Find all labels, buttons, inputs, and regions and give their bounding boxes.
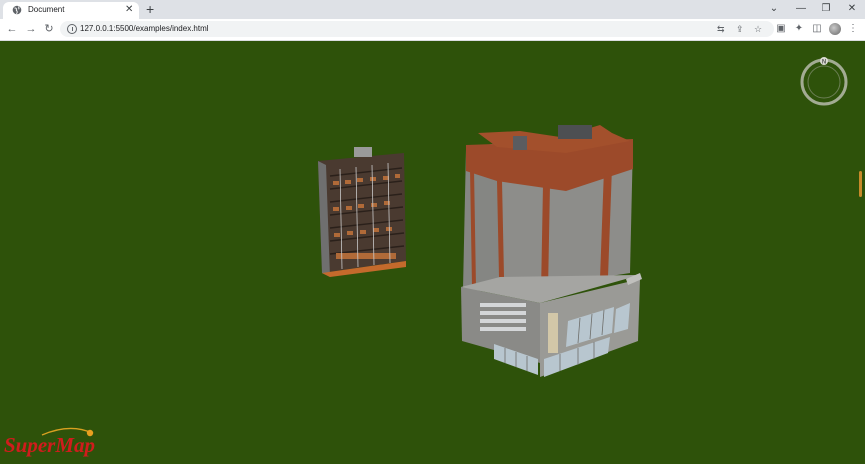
svg-text:SuperMap: SuperMap [4, 433, 95, 457]
compass-north-label: N [822, 59, 826, 65]
site-info-icon[interactable] [67, 24, 77, 34]
globe-icon [12, 5, 22, 15]
supermap-logo: SuperMap [4, 427, 95, 457]
bookmark-star-icon[interactable]: ☆ [754, 22, 762, 36]
restore-button[interactable]: ❐ [819, 2, 833, 16]
zoom-slider-handle[interactable] [859, 171, 862, 197]
tab-title: Document [28, 5, 65, 14]
share-icon[interactable]: ⇪ [736, 22, 744, 36]
tab-strip: Document ✕ + ⌄ — ❐ ✕ [0, 0, 865, 19]
forward-button[interactable]: → [24, 21, 38, 37]
address-bar[interactable]: 127.0.0.1:5500/examples/index.html ⇆ ⇪ ☆ [60, 21, 774, 37]
browser-toolbar: ← → ↻ 127.0.0.1:5500/examples/index.html… [0, 19, 865, 41]
side-panel-icon[interactable]: ◫ [810, 21, 824, 37]
reload-button[interactable]: ↻ [42, 21, 56, 37]
close-window-button[interactable]: ✕ [845, 2, 859, 16]
scene-canvas[interactable] [0, 41, 865, 464]
tab-search-icon[interactable]: ⌄ [767, 2, 781, 16]
close-tab-icon[interactable]: ✕ [125, 3, 133, 17]
tab-document[interactable]: Document ✕ [3, 2, 139, 19]
back-button[interactable]: ← [5, 21, 19, 37]
extensions-puzzle-icon[interactable]: ✦ [792, 21, 806, 37]
chrome-menu-icon[interactable]: ⋮ [846, 21, 860, 37]
translate-icon[interactable]: ⇆ [717, 22, 725, 36]
new-tab-button[interactable]: + [146, 1, 154, 17]
profile-avatar[interactable] [829, 23, 841, 35]
compass-icon[interactable]: N [798, 56, 850, 108]
small-building-model[interactable] [318, 147, 406, 277]
minimize-button[interactable]: — [794, 2, 808, 16]
tower-building-model[interactable] [461, 125, 642, 377]
url-text[interactable]: 127.0.0.1:5500/examples/index.html [80, 24, 209, 33]
extension-app-icon[interactable]: ▣ [774, 21, 788, 37]
scene-viewport[interactable]: N SuperMap [0, 41, 865, 464]
